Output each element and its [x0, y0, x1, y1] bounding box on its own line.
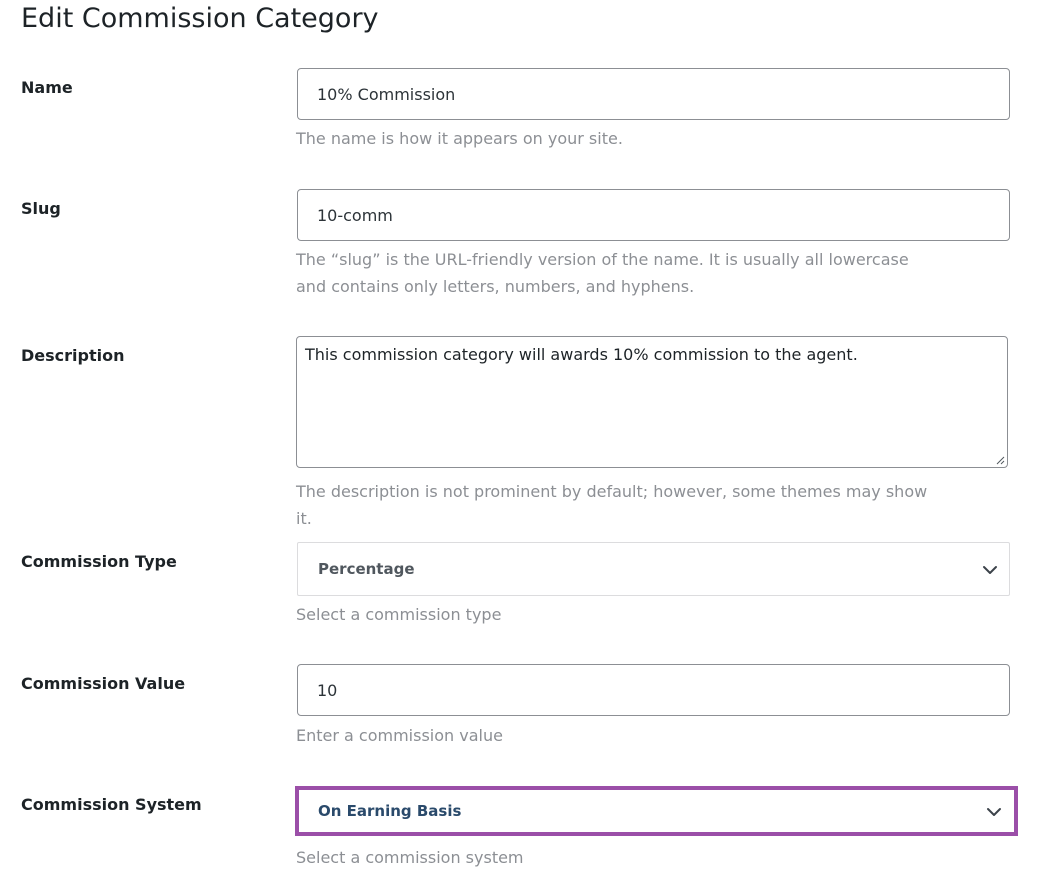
- commission-type-select[interactable]: Percentage: [297, 542, 1010, 596]
- page-title: Edit Commission Category: [21, 3, 379, 34]
- name-help-text: The name is how it appears on your site.: [296, 129, 623, 148]
- commission-system-help-text: Select a commission system: [296, 848, 524, 867]
- description-text: This commission category will awards 10%…: [305, 345, 858, 364]
- resize-handle-icon[interactable]: [995, 455, 1005, 465]
- slug-input[interactable]: [297, 189, 1010, 241]
- description-textarea[interactable]: This commission category will awards 10%…: [296, 336, 1008, 468]
- commission-system-select[interactable]: On Earning Basis: [295, 786, 1018, 836]
- chevron-down-icon: [987, 808, 1001, 816]
- commission-system-selected-value: On Earning Basis: [318, 802, 462, 820]
- description-help-text: The description is not prominent by defa…: [296, 482, 928, 528]
- description-label: Description: [21, 346, 125, 365]
- slug-help-text: The “slug” is the URL-friendly version o…: [296, 250, 909, 296]
- commission-value-input[interactable]: [297, 664, 1010, 716]
- commission-type-selected-value: Percentage: [318, 560, 415, 578]
- commission-type-help-text: Select a commission type: [296, 605, 502, 624]
- name-label: Name: [21, 78, 73, 97]
- name-input[interactable]: [297, 68, 1010, 120]
- commission-type-label: Commission Type: [21, 552, 177, 571]
- commission-value-label: Commission Value: [21, 674, 186, 693]
- commission-value-help-text: Enter a commission value: [296, 726, 503, 745]
- commission-system-label: Commission System: [21, 795, 202, 814]
- slug-label: Slug: [21, 199, 61, 218]
- chevron-down-icon: [983, 566, 997, 574]
